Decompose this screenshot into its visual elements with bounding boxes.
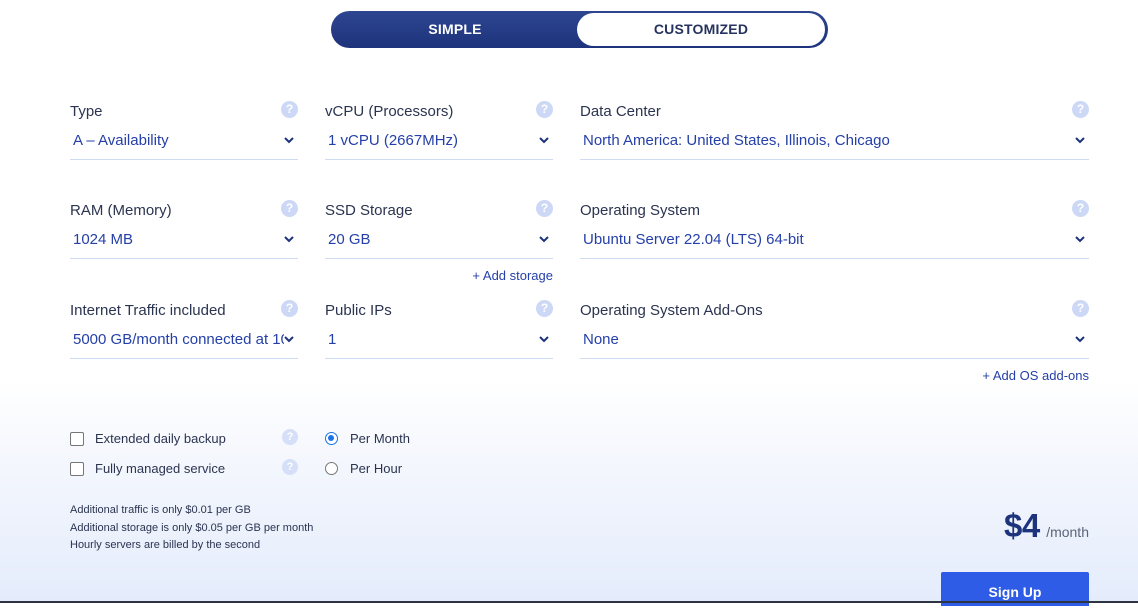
os-addons-label: Operating System Add-Ons	[580, 302, 763, 319]
vcpu-label: vCPU (Processors)	[325, 103, 454, 120]
help-icon[interactable]: ?	[1072, 300, 1089, 317]
ssd-select[interactable]: 20 GB	[325, 226, 553, 259]
os-select[interactable]: Ubuntu Server 22.04 (LTS) 64-bit	[580, 226, 1089, 259]
type-value: A – Availability	[73, 132, 169, 149]
per-hour-radio[interactable]	[325, 462, 338, 475]
add-storage-link[interactable]: + Add storage	[472, 268, 553, 283]
os-addons-select[interactable]: None	[580, 326, 1089, 359]
traffic-field: Internet Traffic included ? 5000 GB/mont…	[70, 300, 298, 365]
type-label: Type	[70, 103, 103, 120]
ssd-field: SSD Storage ? 20 GB	[325, 200, 553, 265]
chevron-down-icon	[539, 137, 549, 144]
help-icon[interactable]: ?	[536, 101, 553, 118]
help-icon[interactable]: ?	[281, 101, 298, 118]
type-select[interactable]: A – Availability	[70, 127, 298, 160]
chevron-down-icon	[539, 336, 549, 343]
public-ips-field: Public IPs ? 1	[325, 300, 553, 365]
managed-service-checkbox[interactable]	[70, 462, 84, 476]
datacenter-select[interactable]: North America: United States, Illinois, …	[580, 127, 1089, 160]
ram-field: RAM (Memory) ? 1024 MB	[70, 200, 298, 265]
price-amount: $4	[1004, 507, 1040, 544]
datacenter-label: Data Center	[580, 103, 661, 120]
traffic-label: Internet Traffic included	[70, 302, 226, 319]
os-field: Operating System ? Ubuntu Server 22.04 (…	[580, 200, 1089, 265]
help-icon[interactable]: ?	[1072, 200, 1089, 217]
per-month-label[interactable]: Per Month	[350, 431, 410, 446]
os-value: Ubuntu Server 22.04 (LTS) 64-bit	[583, 231, 804, 248]
datacenter-value: North America: United States, Illinois, …	[583, 132, 890, 149]
type-field: Type ? A – Availability	[70, 101, 298, 166]
tab-customized[interactable]: CUSTOMIZED	[577, 13, 825, 46]
mode-toggle: SIMPLE CUSTOMIZED	[331, 11, 828, 48]
chevron-down-icon	[1075, 336, 1085, 343]
traffic-value: 5000 GB/month connected at 10	[73, 331, 284, 348]
pricing-notes: Additional traffic is only $0.01 per GB …	[70, 502, 313, 555]
note-storage: Additional storage is only $0.05 per GB …	[70, 521, 314, 534]
per-month-radio[interactable]	[325, 432, 338, 445]
vcpu-field: vCPU (Processors) ? 1 vCPU (2667MHz)	[325, 101, 553, 166]
ram-select[interactable]: 1024 MB	[70, 226, 298, 259]
price-period: /month	[1046, 524, 1089, 540]
public-ips-select[interactable]: 1	[325, 326, 553, 359]
chevron-down-icon	[284, 236, 294, 243]
help-icon[interactable]: ?	[1072, 101, 1089, 118]
note-hourly: Hourly servers are billed by the second	[70, 539, 261, 551]
chevron-down-icon	[284, 137, 294, 144]
traffic-select[interactable]: 5000 GB/month connected at 10	[70, 326, 298, 359]
chevron-down-icon	[1075, 137, 1085, 144]
extended-backup-label[interactable]: Extended daily backup	[95, 431, 226, 446]
os-label: Operating System	[580, 202, 701, 219]
price-display: $4 /month	[1004, 507, 1089, 545]
help-icon[interactable]: ?	[281, 300, 298, 317]
add-os-addons-link[interactable]: + Add OS add-ons	[982, 368, 1089, 383]
datacenter-field: Data Center ? North America: United Stat…	[580, 101, 1089, 166]
help-icon[interactable]: ?	[282, 459, 298, 475]
vcpu-select[interactable]: 1 vCPU (2667MHz)	[325, 127, 553, 160]
ssd-label: SSD Storage	[325, 202, 413, 219]
help-icon[interactable]: ?	[282, 429, 298, 445]
public-ips-label: Public IPs	[325, 302, 392, 319]
help-icon[interactable]: ?	[536, 200, 553, 217]
ram-label: RAM (Memory)	[70, 202, 172, 219]
managed-service-label[interactable]: Fully managed service	[95, 461, 225, 476]
ssd-value: 20 GB	[328, 231, 371, 248]
ram-value: 1024 MB	[73, 231, 134, 248]
chevron-down-icon	[284, 336, 294, 343]
os-addons-field: Operating System Add-Ons ? None	[580, 300, 1089, 365]
help-icon[interactable]: ?	[281, 200, 298, 217]
tab-simple[interactable]: SIMPLE	[331, 11, 579, 48]
chevron-down-icon	[539, 236, 549, 243]
public-ips-value: 1	[328, 331, 337, 348]
note-traffic: Additional traffic is only $0.01 per GB	[70, 504, 251, 516]
extended-backup-checkbox[interactable]	[70, 432, 84, 446]
chevron-down-icon	[1075, 236, 1085, 243]
per-hour-label[interactable]: Per Hour	[350, 461, 402, 476]
vcpu-value: 1 vCPU (2667MHz)	[328, 132, 459, 149]
help-icon[interactable]: ?	[536, 300, 553, 317]
os-addons-value: None	[583, 331, 619, 348]
